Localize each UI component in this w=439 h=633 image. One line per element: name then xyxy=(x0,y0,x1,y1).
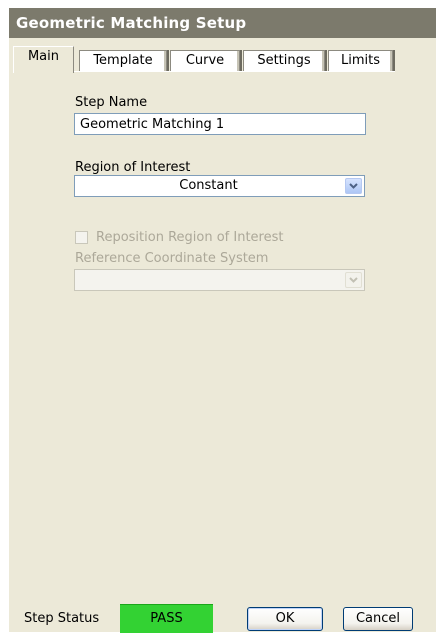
tab-strip: Main Template Curve Settings Limits xyxy=(13,46,433,73)
window-title: Geometric Matching Setup xyxy=(9,8,436,38)
chevron-down-icon[interactable] xyxy=(345,178,362,194)
tab-limits[interactable]: Limits xyxy=(328,50,393,72)
tab-curve[interactable]: Curve xyxy=(170,50,240,72)
tab-template[interactable]: Template xyxy=(79,50,167,72)
cancel-button[interactable]: Cancel xyxy=(343,607,413,631)
step-name-label: Step Name xyxy=(75,95,148,110)
main-panel: Main Template Curve Settings Limits Step… xyxy=(9,38,436,633)
tab-settings[interactable]: Settings xyxy=(243,50,325,72)
roi-selected-value: Constant xyxy=(179,178,238,193)
ok-button[interactable]: OK xyxy=(247,607,323,631)
roi-select[interactable]: Constant xyxy=(74,175,365,197)
reposition-label: Reposition Region of Interest xyxy=(96,230,284,245)
step-status-label: Step Status xyxy=(24,611,100,626)
status-badge: PASS xyxy=(120,604,213,633)
step-name-input[interactable] xyxy=(74,113,366,135)
ref-coord-label: Reference Coordinate System xyxy=(75,251,269,266)
tab-main[interactable]: Main xyxy=(13,46,74,73)
reposition-checkbox[interactable] xyxy=(75,231,88,244)
chevron-down-icon[interactable] xyxy=(345,272,362,288)
ref-coord-select[interactable] xyxy=(74,269,365,291)
roi-label: Region of Interest xyxy=(75,160,191,175)
